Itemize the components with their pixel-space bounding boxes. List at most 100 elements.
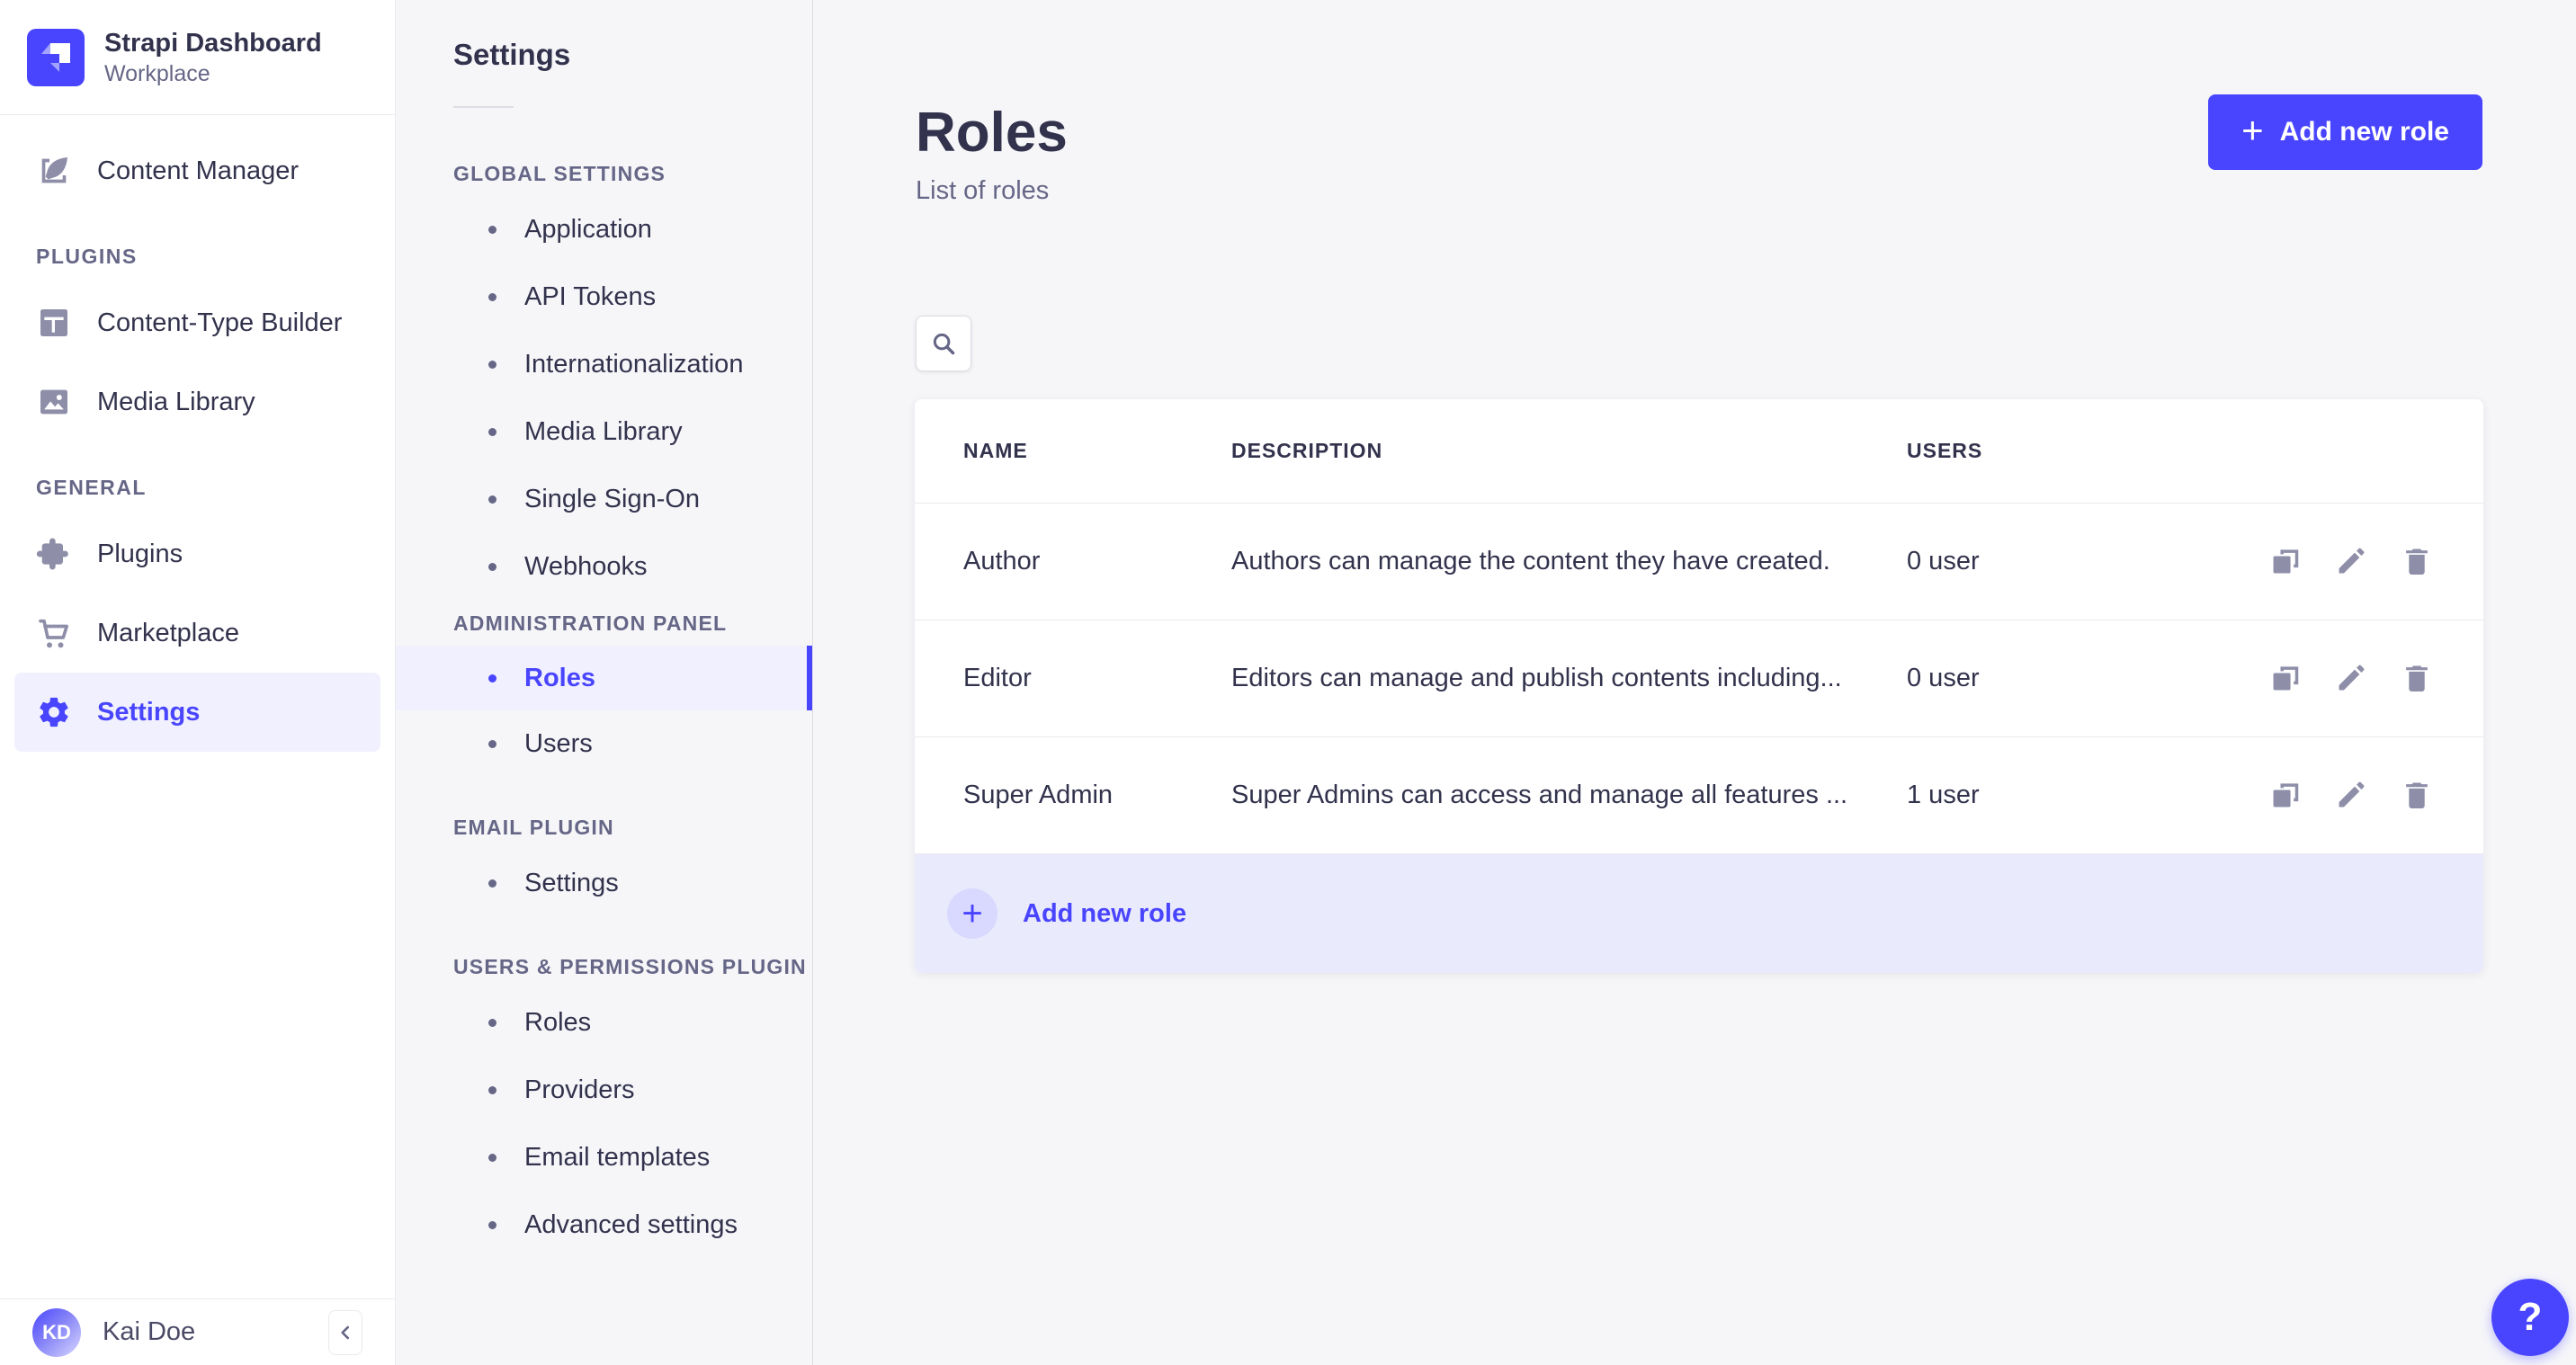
row-actions [2221,778,2435,814]
duplicate-role-button[interactable] [2267,544,2303,580]
plugins-icon [36,538,68,570]
trash-icon [2406,782,2428,808]
sub-section-label: ADMINISTRATION PANEL [453,611,728,635]
sub-item-up-roles[interactable]: Roles [396,989,812,1057]
role-users-count: 0 user [1907,547,1980,575]
sub-item-webhooks[interactable]: Webhooks [396,533,812,601]
edit-role-button[interactable] [2333,661,2369,697]
edit-role-button[interactable] [2333,544,2369,580]
sidebar-item-label: Settings [97,697,201,727]
duplicate-icon [2273,665,2299,690]
sidebar-item-marketplace[interactable]: Marketplace [0,593,395,673]
sub-section-email-plugin: EMAIL PLUGIN Settings [396,816,812,917]
edit-pencil-icon [2339,781,2365,807]
app-title: Strapi Dashboard [104,28,322,58]
sidebar-user-footer: KD Kai Doe [0,1298,395,1365]
strapi-logo-icon [27,28,85,86]
settings-sub-sidebar: Settings GLOBAL SETTINGS Application API… [396,0,813,1365]
sidebar-section-general: GENERAL [36,476,147,499]
sub-item-api-tokens[interactable]: API Tokens [396,263,812,331]
role-description: Authors can manage the content they have… [1231,547,1830,575]
bullet-icon [488,674,496,682]
role-description: Super Admins can access and manage all f… [1231,781,1848,809]
sub-item-label: Single Sign-On [524,485,701,513]
plus-circle-icon: + [947,888,997,939]
sub-item-internationalization[interactable]: Internationalization [396,331,812,398]
brand-text: Strapi Dashboard Workplace [104,27,322,87]
help-button[interactable]: ? [2491,1279,2569,1356]
bullet-icon [488,1154,496,1162]
sub-sidebar-divider [453,106,514,108]
user-name: Kai Doe [103,1317,196,1346]
bullet-icon [488,1221,496,1229]
sub-section-label: EMAIL PLUGIN [453,816,614,839]
sub-item-label: Users [524,729,593,758]
bullet-icon [488,1019,496,1027]
edit-role-button[interactable] [2333,778,2369,814]
bullet-icon [488,428,496,436]
sub-item-label: Internationalization [524,350,744,379]
sub-item-label: Roles [524,663,595,692]
delete-role-button[interactable] [2399,778,2435,814]
delete-role-button[interactable] [2399,544,2435,580]
sub-section-users-permissions-plugin: USERS & PERMISSIONS PLUGIN Roles Provide… [396,955,812,1259]
sub-item-up-advanced-settings[interactable]: Advanced settings [396,1191,812,1259]
search-button[interactable] [916,316,971,371]
sidebar-item-label: Media Library [97,387,255,416]
sub-item-single-sign-on[interactable]: Single Sign-On [396,466,812,533]
sub-section-label: GLOBAL SETTINGS [453,162,666,185]
role-name: Editor [963,664,1032,692]
sub-item-label: Webhooks [524,552,648,581]
media-library-icon [40,389,67,415]
question-mark-icon: ? [2518,1295,2543,1339]
bullet-icon [488,879,496,888]
bullet-icon [488,740,496,748]
column-header-description: DESCRIPTION [1231,439,1383,462]
role-users-count: 1 user [1907,781,1980,809]
duplicate-role-button[interactable] [2267,661,2303,697]
bullet-icon [488,495,496,504]
add-new-role-button[interactable]: + Add new role [2208,94,2482,170]
delete-role-button[interactable] [2399,661,2435,697]
sidebar-item-label: Marketplace [97,618,239,647]
edit-pencil-icon [2339,665,2365,690]
sidebar-item-label: Content-Type Builder [97,308,343,337]
sidebar-item-media-library[interactable]: Media Library [0,362,395,442]
table-row-author[interactable]: Author Authors can manage the content th… [915,504,2483,620]
sub-item-label: Application [524,215,652,244]
duplicate-role-button[interactable] [2267,778,2303,814]
sidebar-item-plugins[interactable]: Plugins [0,514,395,593]
sub-item-admin-roles[interactable]: Roles [396,646,812,710]
sub-item-up-providers[interactable]: Providers [396,1057,812,1124]
sub-item-admin-users[interactable]: Users [396,710,812,778]
roles-table-card: NAME DESCRIPTION USERS Author Authors ca… [915,399,2483,973]
sub-item-application[interactable]: Application [396,196,812,263]
sub-item-media-library[interactable]: Media Library [396,398,812,466]
sub-item-label: Settings [524,869,619,897]
add-new-role-row[interactable]: + Add new role [915,854,2483,973]
sub-section-global-settings: GLOBAL SETTINGS Application API Tokens I… [396,162,812,601]
trash-icon [2406,549,2428,575]
avatar: KD [32,1307,81,1357]
table-row-editor[interactable]: Editor Editors can manage and publish co… [915,620,2483,737]
sidebar-item-content-manager[interactable]: Content Manager [0,131,395,210]
collapse-sidebar-button[interactable] [328,1309,362,1355]
column-header-users: USERS [1907,439,1983,462]
sub-item-label: Providers [524,1075,635,1104]
table-row-super-admin[interactable]: Super Admin Super Admins can access and … [915,737,2483,854]
sidebar-section-plugins: PLUGINS [36,245,138,268]
bullet-icon [488,226,496,234]
sidebar-item-settings[interactable]: Settings [14,673,380,752]
sub-item-email-settings[interactable]: Settings [396,850,812,917]
sub-item-up-email-templates[interactable]: Email templates [396,1124,812,1191]
chevron-left-icon [341,1325,350,1339]
sub-item-label: Roles [524,1008,592,1037]
content-type-builder-icon [40,309,67,336]
app-root: Strapi Dashboard Workplace Content Manag… [0,0,2576,1365]
sub-item-label: Email templates [524,1143,711,1172]
edit-pencil-icon [2339,548,2365,573]
sidebar-item-content-type-builder[interactable]: Content-Type Builder [0,283,395,362]
add-new-role-button-label: Add new role [2279,117,2449,147]
role-description: Editors can manage and publish contents … [1231,664,1842,692]
sub-section-administration-panel: ADMINISTRATION PANEL Roles Users [396,611,812,778]
